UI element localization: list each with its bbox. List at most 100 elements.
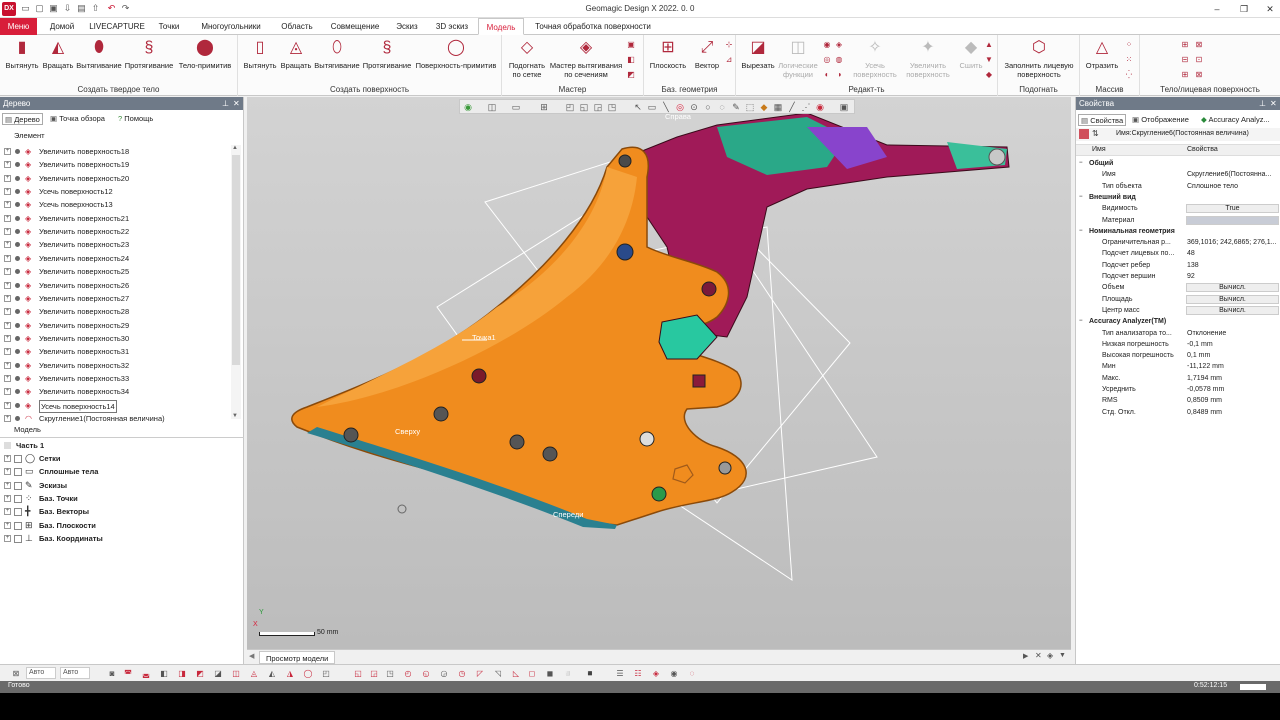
wizard-tool-icon-1[interactable]: ▣ [626,40,636,50]
expand-icon[interactable]: + [4,534,11,542]
surface-pattern-icon[interactable]: ⁛ [1124,70,1134,80]
visibility-dot-icon[interactable] [15,175,20,181]
select-lasso-icon[interactable]: ○ [702,101,714,113]
body-tool-icon-6[interactable]: ⊠ [1194,70,1204,80]
expand-icon[interactable]: + [4,281,11,289]
visibility-dot-icon[interactable] [15,322,20,328]
selection-mode-icon[interactable]: ⊠ [10,668,22,679]
expand-icon[interactable]: + [4,468,11,476]
collapse-icon[interactable]: − [1079,226,1083,237]
expand-icon[interactable]: + [4,174,11,182]
expand-icon[interactable]: + [4,201,11,209]
expand-icon[interactable]: + [4,161,11,169]
tree-scrollbar[interactable]: ▲ ▼ [231,145,241,419]
tree-item[interactable]: + ◈ Увеличить поверхность23 [0,238,236,251]
bottom-tool-icon[interactable]: ◙ [106,668,118,679]
tab-exact-surfacing[interactable]: Точная обработка поверхности [528,18,658,35]
subtab-viewpoint[interactable]: ▣ Точка обзора [50,113,105,125]
tab-3d-sketch[interactable]: 3D эскиз [428,18,476,35]
ref-coord-icon[interactable]: ⊿ [724,55,734,65]
tree-item[interactable]: + ◈ Увеличить поверхность26 [0,279,236,292]
visibility-dot-icon[interactable] [15,215,20,221]
sew-button[interactable]: ◆ Сшить [956,37,986,70]
tree-item[interactable]: + ◈ Увеличить поверхность19 [0,158,236,171]
bottom-tool-icon[interactable]: ◯ [302,668,314,679]
props-close-icon[interactable]: ✕ [1270,97,1277,110]
subtab-help[interactable]: ? Помощь [118,113,153,125]
extrude-surface-button[interactable]: ▯ Вытянуть [241,37,279,70]
bottom-tool-icon[interactable]: ◾ [584,668,596,679]
view-menu-icon[interactable]: ▣ [838,101,850,113]
minimize-icon[interactable]: – [1210,2,1224,16]
tab-sketch[interactable]: Эскиз [388,18,426,35]
bottom-tool-icon[interactable]: ◛ [140,668,152,679]
model-tree-item[interactable]: + ╋ Баз. Векторы [0,505,244,518]
tree-item[interactable]: + ◈ Увеличить поверхность29 [0,319,236,332]
bottom-tool-icon[interactable]: ◻ [526,668,538,679]
tree-item[interactable]: + ◈ Увеличить поверхность25 [0,265,236,278]
expand-icon[interactable]: + [4,254,11,262]
primitive-surface-button[interactable]: ◯ Поверхность-примитив [413,37,499,70]
expand-icon[interactable]: + [4,494,11,502]
tree-item[interactable]: + ◈ Увеличить поверхность22 [0,225,236,238]
bottom-tool-icon[interactable]: ◷ [456,668,468,679]
boolean-button[interactable]: ◫ Логические функции [778,37,818,79]
tab-region[interactable]: Область [274,18,320,35]
view-right-icon[interactable]: ◳ [606,101,618,113]
tab-right-arrow-icon[interactable]: ▶ [1023,652,1028,660]
expand-icon[interactable]: + [4,321,11,329]
visibility-checkbox[interactable] [14,534,22,543]
view-back-icon[interactable]: ◱ [578,101,590,113]
vector-button[interactable]: ⤢ Вектор [690,37,724,70]
select-line-icon[interactable]: ╲ [660,101,672,113]
extrude-solid-button[interactable]: ▮ Вытянуть [3,37,41,70]
property-button[interactable]: True [1186,204,1279,214]
visibility-dot-icon[interactable] [15,202,20,208]
tree-item[interactable]: + ◈ Увеличить поверхность21 [0,212,236,225]
expand-icon[interactable]: + [4,521,11,529]
property-button[interactable]: Вычисл. [1186,283,1279,293]
visibility-dot-icon[interactable] [15,335,20,341]
sweep-solid-button[interactable]: § Протягивание [123,37,175,70]
tree-item[interactable]: + ◈ Увеличить поверхность31 [0,345,236,358]
visibility-dot-icon[interactable] [15,255,20,261]
offset-icon[interactable]: ◐ [822,70,832,80]
visibility-dot-icon[interactable] [15,375,20,381]
body-tool-icon-5[interactable]: ⊞ [1180,70,1190,80]
bottom-tool-icon[interactable]: ◸ [474,668,486,679]
tab-points[interactable]: Точки [150,18,188,35]
expand-icon[interactable]: + [4,268,11,276]
property-button[interactable]: Вычисл. [1186,294,1279,304]
expand-icon[interactable]: + [4,188,11,196]
shell-icon[interactable]: ◎ [822,55,832,65]
view-fit-icon[interactable]: ◉ [462,101,474,113]
select-vertex-icon[interactable]: ⋰ [800,101,812,113]
visibility-dot-icon[interactable] [15,149,20,154]
property-row[interactable]: Центр масс Вычисл. [1076,305,1280,316]
visibility-dot-icon[interactable] [15,282,20,288]
body-tool-icon-2[interactable]: ⊠ [1194,40,1204,50]
thicken-icon[interactable]: ◑ [834,70,844,80]
select-paint-icon[interactable]: ✎ [730,101,742,113]
panel-close-icon[interactable]: ✕ [233,97,240,110]
body-tool-icon-1[interactable]: ⊞ [1180,40,1190,50]
bottom-tool-icon[interactable]: ◬ [248,668,260,679]
wizard-tool-icon-2[interactable]: ◧ [626,55,636,65]
bottom-tool-icon[interactable]: ◵ [420,668,432,679]
tree-item[interactable]: + ◈ Усечь поверхность13 [0,198,236,211]
select-point-icon[interactable]: ⊙ [688,101,700,113]
subtab-tree[interactable]: ▤ Дерево [2,113,43,125]
cut-button[interactable]: ◪ Вырезать [738,37,778,70]
model-tree-item[interactable]: + ⊥ Баз. Координаты [0,532,244,545]
expand-icon[interactable]: + [4,334,11,342]
fillet-icon[interactable]: ◉ [822,40,832,50]
tree-item[interactable]: + ◈ Увеличить поверхность34 [0,385,236,398]
props-tab-display[interactable]: ▣ Отображение [1132,114,1189,126]
bottom-tool-icon[interactable]: ◧ [158,668,170,679]
property-row[interactable]: Площадь Вычисл. [1076,294,1280,305]
expand-icon[interactable]: + [4,348,11,356]
expand-icon[interactable]: + [4,415,11,422]
bottom-tool-icon[interactable]: ◶ [438,668,450,679]
view-ortho-icon[interactable]: ⊞ [538,101,550,113]
wizard-tool-icon-3[interactable]: ◩ [626,70,636,80]
